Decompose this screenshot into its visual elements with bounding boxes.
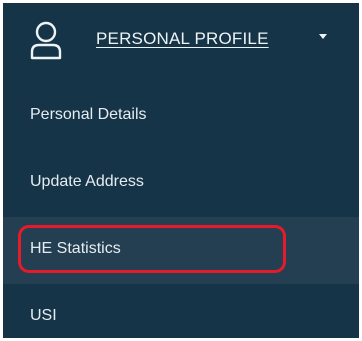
profile-section-title[interactable]: PERSONAL PROFILE xyxy=(96,29,269,49)
menu-item-label: USI xyxy=(30,307,57,324)
menu-item-he-statistics[interactable]: HE Statistics xyxy=(3,217,359,284)
caret-down-icon[interactable] xyxy=(319,34,327,39)
menu-item-label: HE Statistics xyxy=(30,240,121,257)
screenshot-panel: PERSONAL PROFILE Personal Details Update… xyxy=(0,0,362,341)
menu-item-usi[interactable]: USI xyxy=(3,284,359,338)
profile-menu: Personal Details Update Address HE Stati… xyxy=(3,83,359,338)
user-icon xyxy=(29,21,63,61)
menu-item-label: Personal Details xyxy=(30,106,147,123)
menu-item-update-address[interactable]: Update Address xyxy=(3,150,359,217)
profile-section-header[interactable]: PERSONAL PROFILE xyxy=(3,3,359,83)
menu-item-label: Update Address xyxy=(30,173,144,190)
menu-item-personal-details[interactable]: Personal Details xyxy=(3,83,359,150)
sidebar-nav: PERSONAL PROFILE Personal Details Update… xyxy=(3,3,359,338)
